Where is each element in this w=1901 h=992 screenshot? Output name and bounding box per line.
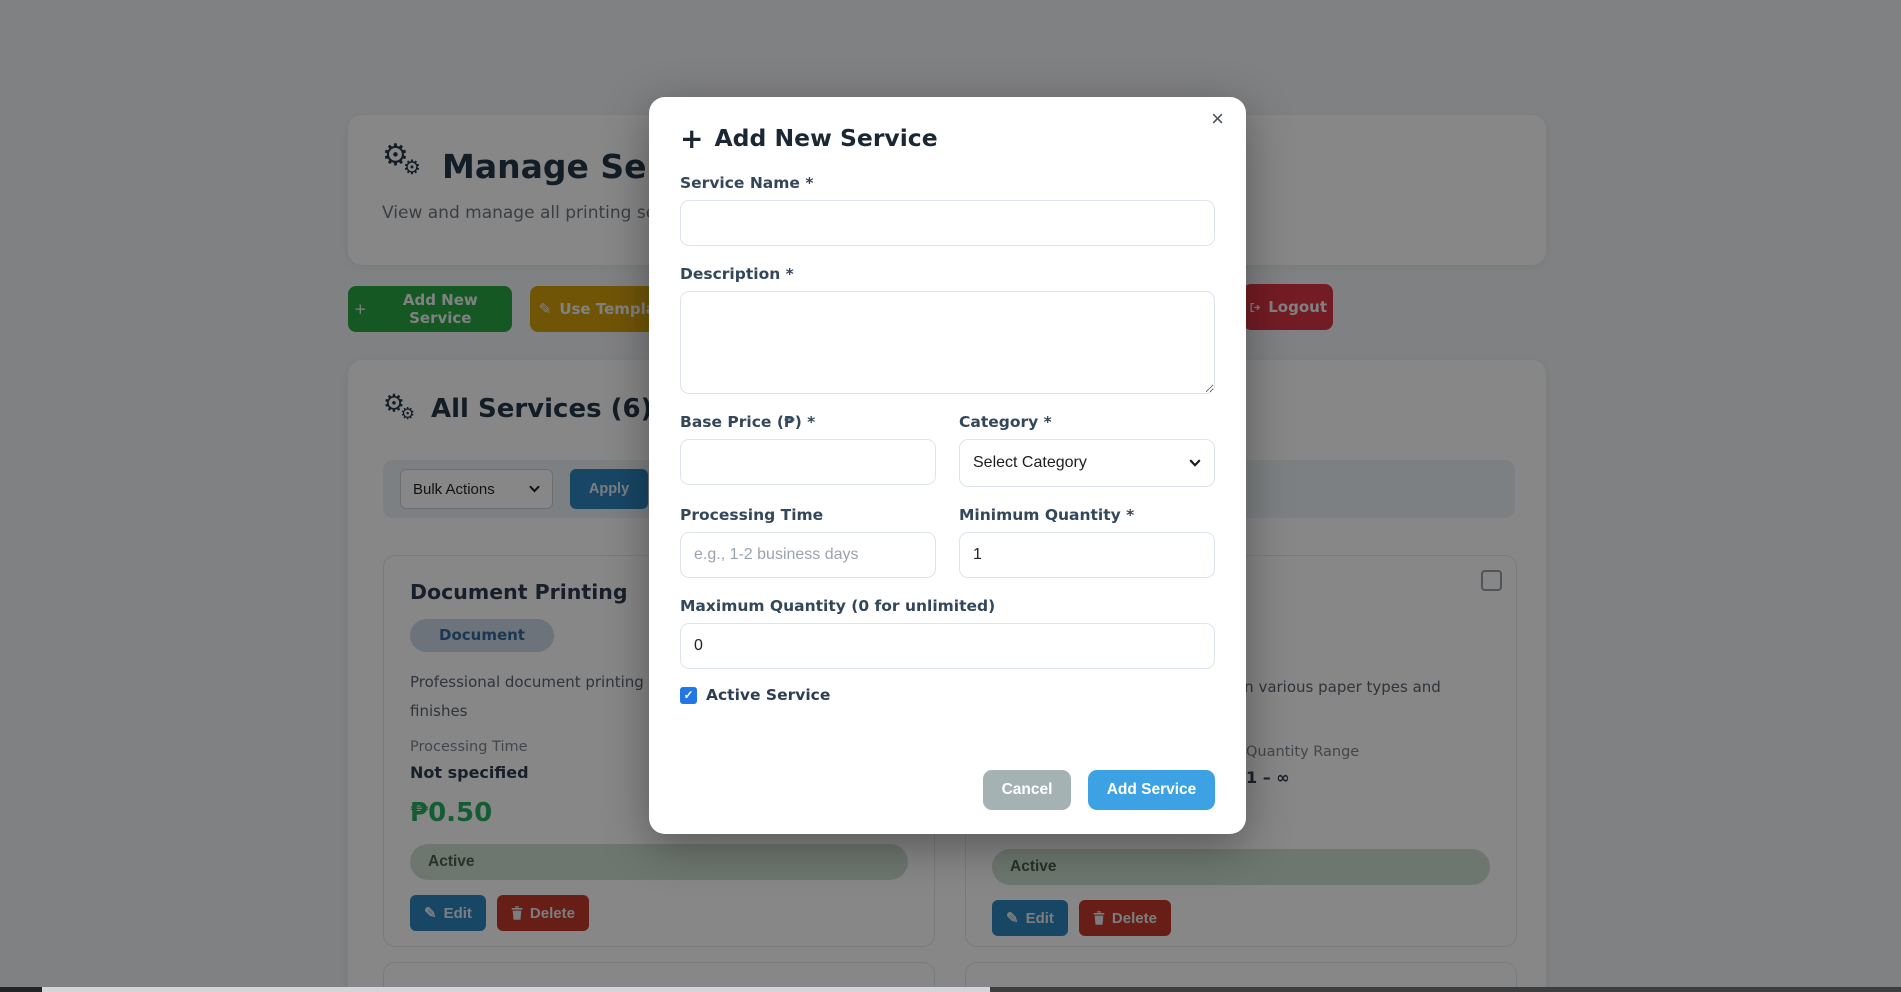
add-service-modal: × + Add New Service Service Name * Descr… [649,97,1246,834]
maximum-quantity-input[interactable] [680,623,1215,669]
plus-icon: + [680,122,703,155]
category-selected-value: Select Category [973,454,1087,472]
base-price-label: Base Price (₱) * [680,413,936,431]
modal-title: Add New Service [714,124,937,152]
chevron-down-icon [1189,459,1201,467]
description-textarea[interactable] [680,291,1215,394]
category-select[interactable]: Select Category [959,439,1215,487]
service-name-input[interactable] [680,200,1215,246]
horizontal-scrollbar[interactable] [0,987,1901,992]
cancel-button[interactable]: Cancel [983,770,1071,810]
scrollbar-track-segment[interactable] [0,987,42,992]
scrollbar-thumb[interactable] [42,987,990,992]
app-window: ⚙ ⚙ Manage Services View and manage all … [0,0,1901,992]
add-service-submit-button[interactable]: Add Service [1088,770,1215,810]
maximum-quantity-label: Maximum Quantity (0 for unlimited) [680,597,1215,615]
active-service-checkbox[interactable]: ✓ [680,687,697,704]
checkmark-icon: ✓ [683,688,693,702]
minimum-quantity-input[interactable] [959,532,1215,578]
minimum-quantity-label: Minimum Quantity * [959,506,1215,524]
active-service-label: Active Service [706,686,830,704]
processing-time-label: Processing Time [680,506,936,524]
base-price-input[interactable] [680,439,936,485]
description-label: Description * [680,265,1215,283]
close-icon[interactable]: × [1205,105,1230,133]
service-name-label: Service Name * [680,174,1215,192]
processing-time-input[interactable] [680,532,936,578]
category-label: Category * [959,413,1215,431]
